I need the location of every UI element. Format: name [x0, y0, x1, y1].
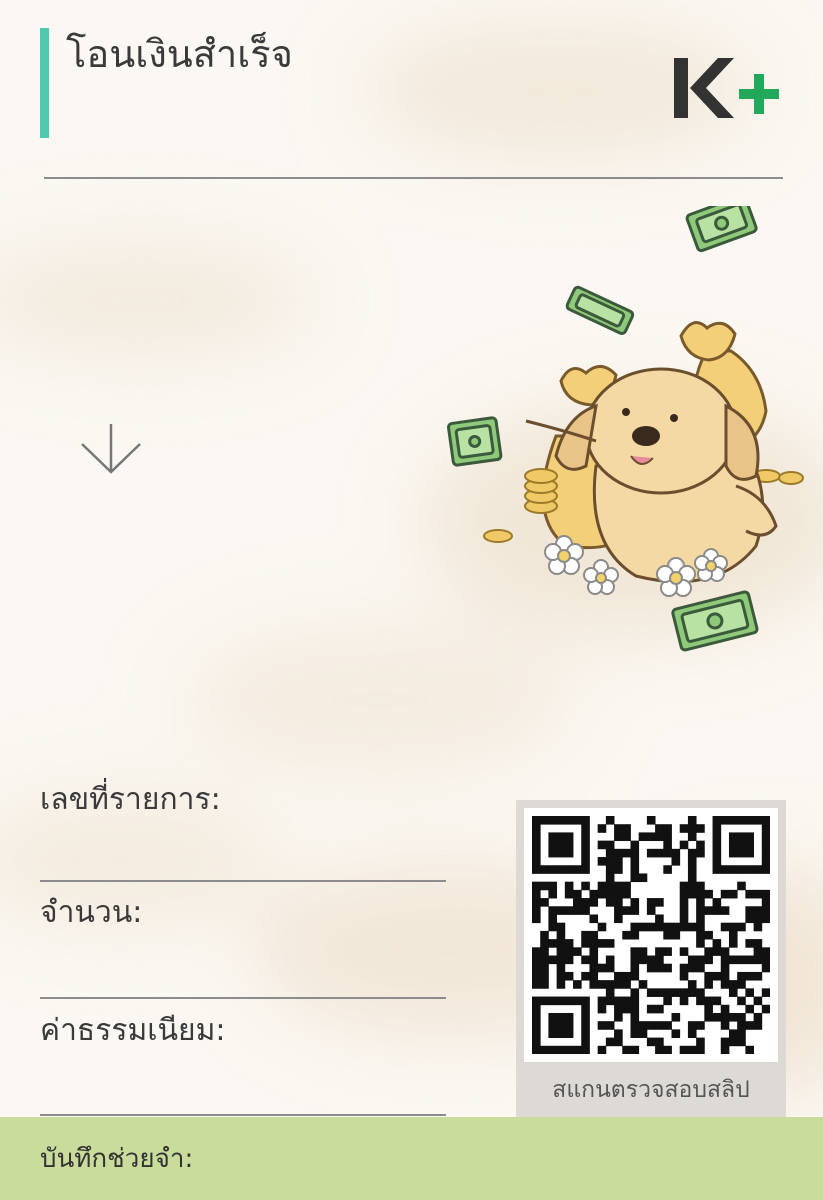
fee-label: ค่าธรรมเนียม: — [40, 1013, 226, 1048]
qr-code-image — [532, 816, 770, 1054]
memo-label: บันทึกช่วยจำ: — [40, 1144, 194, 1174]
qr-verify-panel[interactable]: สแกนตรวจสอบสลิป — [516, 800, 786, 1120]
page-title: โอนเงินสำเร็จ — [66, 32, 293, 76]
transaction-id-label: เลขที่รายการ: — [40, 782, 221, 817]
arrow-down-icon — [81, 424, 141, 474]
amount-label: จำนวน: — [40, 895, 143, 930]
dog-money-illustration — [447, 206, 804, 652]
qr-caption: สแกนตรวจสอบสลิป — [552, 1077, 750, 1103]
qr-code[interactable] — [524, 808, 778, 1062]
amount-divider — [40, 997, 446, 999]
memo-bar: บันทึกช่วยจำ: — [0, 1117, 823, 1200]
transaction-id-divider — [40, 880, 446, 882]
title-accent-bar — [40, 28, 49, 138]
header-divider — [44, 177, 783, 179]
fee-divider — [40, 1114, 446, 1116]
kplus-logo — [674, 58, 779, 118]
